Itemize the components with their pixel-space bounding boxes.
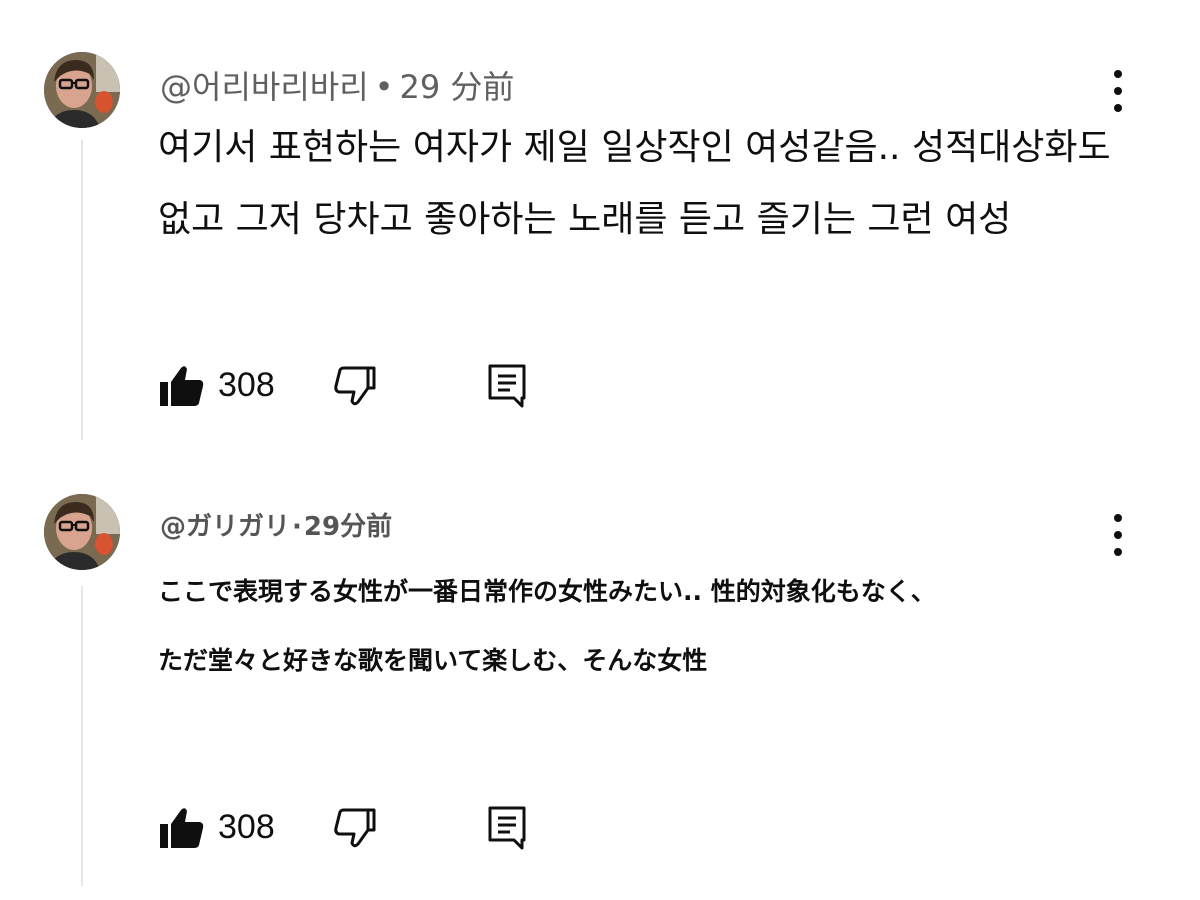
comment-author[interactable]: @ガリガリ — [160, 512, 290, 542]
comment-text-line-2: ただ堂々と好きな歌を聞いて楽しむ、そんな女性 — [158, 646, 708, 675]
more-options-button[interactable] — [1104, 512, 1132, 558]
thread-line — [81, 586, 83, 886]
comment-text-line-1: ここで表現する女性が一番日常作の女性みたい.. 性的対象化もなく、 — [158, 577, 936, 606]
comment-meta: @ガリガリ·29分前 — [160, 506, 392, 543]
more-vertical-icon — [1114, 531, 1122, 539]
avatar-image — [44, 494, 120, 570]
comment-2: @ガリガリ·29分前 ここで表現する女性が一番日常作の女性みたい.. 性的対象化… — [0, 0, 1200, 900]
reply-button[interactable] — [486, 804, 530, 852]
meta-separator: · — [292, 512, 302, 542]
like-count: 308 — [218, 808, 275, 846]
thumbs-up-icon — [160, 808, 204, 848]
like-button[interactable] — [158, 804, 206, 852]
comment-actions: 308 — [158, 804, 558, 854]
more-vertical-icon — [1114, 548, 1122, 556]
comment-time[interactable]: 29分前 — [304, 512, 392, 542]
thumbs-down-icon — [334, 808, 376, 848]
avatar[interactable] — [44, 494, 120, 570]
reply-comment-icon — [488, 806, 526, 850]
more-vertical-icon — [1114, 514, 1122, 522]
dislike-button[interactable] — [330, 804, 378, 852]
